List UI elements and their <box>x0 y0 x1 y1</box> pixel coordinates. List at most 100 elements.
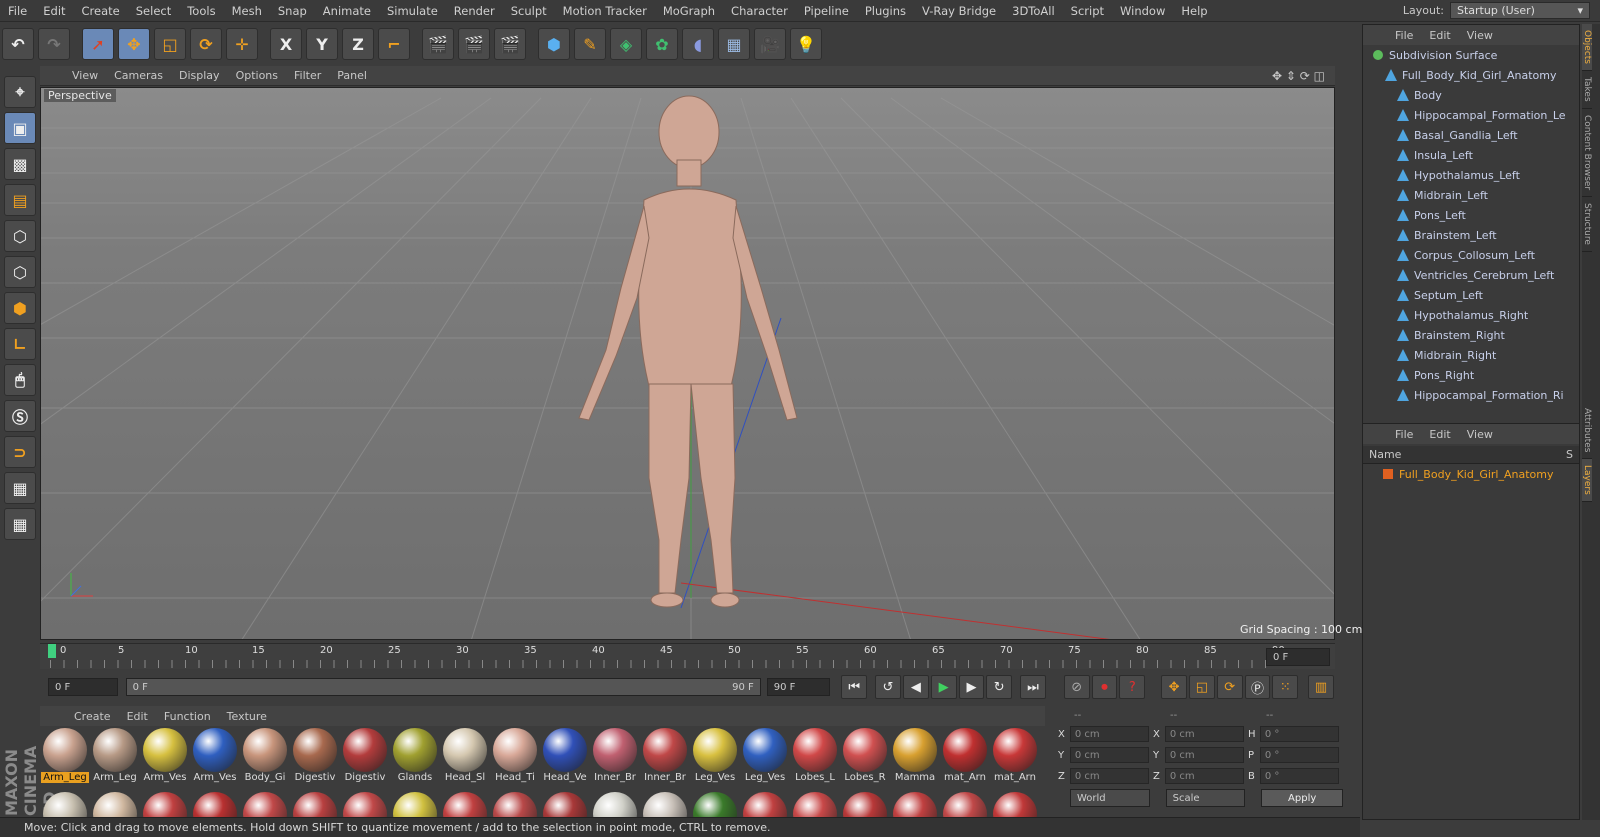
material-swatch[interactable]: Lobes_L <box>791 728 839 790</box>
go-to-start-button[interactable]: ⏮ <box>841 675 868 699</box>
layer-row[interactable]: Full_Body_Kid_Girl_Anatomy <box>1363 464 1579 484</box>
viewport-menu-options[interactable]: Options <box>228 69 286 82</box>
tweak-mode-button[interactable]: 🖱 <box>4 364 36 396</box>
redo-button[interactable]: ↷ <box>38 28 70 60</box>
object-tree-item[interactable]: Ventricles_Cerebrum_Left <box>1369 265 1579 285</box>
autokey-button[interactable]: ⏺ <box>1091 675 1118 699</box>
lock-workplane-button[interactable]: ▦ <box>4 472 36 504</box>
position-z-field[interactable]: 0 cm <box>1069 768 1149 784</box>
mograph-cloner-button[interactable]: ✿ <box>646 28 678 60</box>
menu-script[interactable]: Script <box>1063 4 1112 18</box>
material-swatch[interactable]: mat_Arn <box>991 728 1039 790</box>
timeline-layout-button[interactable]: ▥ <box>1308 675 1334 699</box>
make-editable-button[interactable]: ⌖ <box>4 76 36 108</box>
material-swatch[interactable]: Digestiv <box>291 728 339 790</box>
tab-layers[interactable]: Layers <box>1582 459 1592 502</box>
material-swatch[interactable]: Body_Gi <box>241 728 289 790</box>
menu-edit[interactable]: Edit <box>35 4 73 18</box>
material-swatch[interactable]: Arm_Leg <box>91 728 139 790</box>
material-swatch[interactable]: Head_Sl <box>441 728 489 790</box>
menu-motion-tracker[interactable]: Motion Tracker <box>555 4 655 18</box>
layers-menu-file[interactable]: File <box>1387 428 1421 441</box>
current-frame-field[interactable]: 0 F <box>1266 648 1330 666</box>
frame-range-slider[interactable]: 0 F 90 F <box>125 678 761 696</box>
transform-tool-button[interactable]: ✛ <box>226 28 258 60</box>
layers-menu-view[interactable]: View <box>1459 428 1501 441</box>
material-swatch[interactable]: Head_Ti <box>491 728 539 790</box>
play-button[interactable]: ▶ <box>930 675 957 699</box>
tab-content-browser[interactable]: Content Browser <box>1582 109 1592 197</box>
object-tree-item[interactable]: Hypothalamus_Right <box>1369 305 1579 325</box>
model-mode-button[interactable]: ▣ <box>4 112 36 144</box>
menu-character[interactable]: Character <box>723 4 796 18</box>
tab-objects[interactable]: Objects <box>1582 24 1592 72</box>
menu-3dtoall[interactable]: 3DToAll <box>1004 4 1063 18</box>
scale-tool-button[interactable]: ◱ <box>154 28 186 60</box>
tab-structure[interactable]: Structure <box>1582 197 1592 252</box>
objects-menu-edit[interactable]: Edit <box>1421 29 1458 42</box>
coordinate-system-button[interactable]: ⌐ <box>378 28 410 60</box>
subdivision-surface-button[interactable]: ◈ <box>610 28 642 60</box>
material-swatch[interactable]: Inner_Br <box>641 728 689 790</box>
material-menu-edit[interactable]: Edit <box>119 710 156 723</box>
move-tool-button[interactable]: ✥ <box>118 28 150 60</box>
key-parameter-button[interactable]: Ⓟ <box>1244 675 1271 699</box>
rotate-tool-button[interactable]: ⟳ <box>190 28 222 60</box>
render-settings-button[interactable]: 🎬 <box>494 28 526 60</box>
edges-mode-button[interactable]: ⬡ <box>4 256 36 288</box>
object-tree-item[interactable]: Hypothalamus_Left <box>1369 165 1579 185</box>
world-dropdown[interactable]: World <box>1070 789 1150 807</box>
material-swatch[interactable]: Leg_Ves <box>691 728 739 790</box>
menu-tools[interactable]: Tools <box>179 4 223 18</box>
object-tree-item[interactable]: Insula_Left <box>1369 145 1579 165</box>
axis-mode-button[interactable]: ∟ <box>4 328 36 360</box>
object-tree-item[interactable]: Basal_Gandlia_Left <box>1369 125 1579 145</box>
tab-takes[interactable]: Takes <box>1582 71 1592 109</box>
x-axis-button[interactable]: X <box>270 28 302 60</box>
undo-button[interactable]: ↶ <box>2 28 34 60</box>
object-tree-item[interactable]: Midbrain_Right <box>1369 345 1579 365</box>
object-tree-item[interactable]: Midbrain_Left <box>1369 185 1579 205</box>
material-swatch[interactable]: Head_Ve <box>541 728 589 790</box>
render-picture-viewer-button[interactable]: 🎬 <box>458 28 490 60</box>
objects-menu-view[interactable]: View <box>1459 29 1501 42</box>
object-tree-item[interactable]: Body <box>1369 85 1579 105</box>
menu-create[interactable]: Create <box>74 4 128 18</box>
menu-sculpt[interactable]: Sculpt <box>503 4 555 18</box>
start-frame-field[interactable]: 0 F <box>48 678 118 696</box>
object-tree-item[interactable]: Pons_Left <box>1369 205 1579 225</box>
material-swatch[interactable]: mat_Arn <box>941 728 989 790</box>
object-tree-item[interactable]: Hippocampal_Formation_Ri <box>1369 385 1579 405</box>
y-axis-button[interactable]: Y <box>306 28 338 60</box>
menu-mesh[interactable]: Mesh <box>224 4 270 18</box>
points-mode-button[interactable]: ⬡ <box>4 220 36 252</box>
object-tree-item[interactable]: Pons_Right <box>1369 365 1579 385</box>
menu-simulate[interactable]: Simulate <box>379 4 446 18</box>
viewport-menu-view[interactable]: View <box>64 69 106 82</box>
objects-menu-file[interactable]: File <box>1387 29 1421 42</box>
menu-file[interactable]: File <box>0 4 35 18</box>
menu-select[interactable]: Select <box>128 4 179 18</box>
object-tree-item[interactable]: Septum_Left <box>1369 285 1579 305</box>
layout-select[interactable]: Startup (User) ▾ <box>1450 2 1590 19</box>
viewport-menu-panel[interactable]: Panel <box>329 69 375 82</box>
material-swatch[interactable]: Glands <box>391 728 439 790</box>
cube-primitive-button[interactable]: ⬢ <box>538 28 570 60</box>
material-swatch[interactable]: Lobes_R <box>841 728 889 790</box>
object-tree-item[interactable]: Hippocampal_Formation_Le <box>1369 105 1579 125</box>
rotation-h-field[interactable]: 0 ° <box>1259 726 1339 742</box>
position-y-field[interactable]: 0 cm <box>1069 747 1149 763</box>
key-rotation-button[interactable]: ⟳ <box>1216 675 1243 699</box>
object-tree-item[interactable]: Full_Body_Kid_Girl_Anatomy <box>1369 65 1579 85</box>
viewport-menu-cameras[interactable]: Cameras <box>106 69 171 82</box>
pen-spline-button[interactable]: ✎ <box>574 28 606 60</box>
viewport-menu-display[interactable]: Display <box>171 69 228 82</box>
key-pla-button[interactable]: ⁙ <box>1272 675 1299 699</box>
z-axis-button[interactable]: Z <box>342 28 374 60</box>
live-selection-button[interactable]: ➚ <box>82 28 114 60</box>
object-tree-item[interactable]: Corpus_Collosum_Left <box>1369 245 1579 265</box>
material-menu-function[interactable]: Function <box>156 710 219 723</box>
rotation-p-field[interactable]: 0 ° <box>1259 747 1339 763</box>
material-swatch[interactable]: Leg_Ves <box>741 728 789 790</box>
menu-animate[interactable]: Animate <box>315 4 379 18</box>
